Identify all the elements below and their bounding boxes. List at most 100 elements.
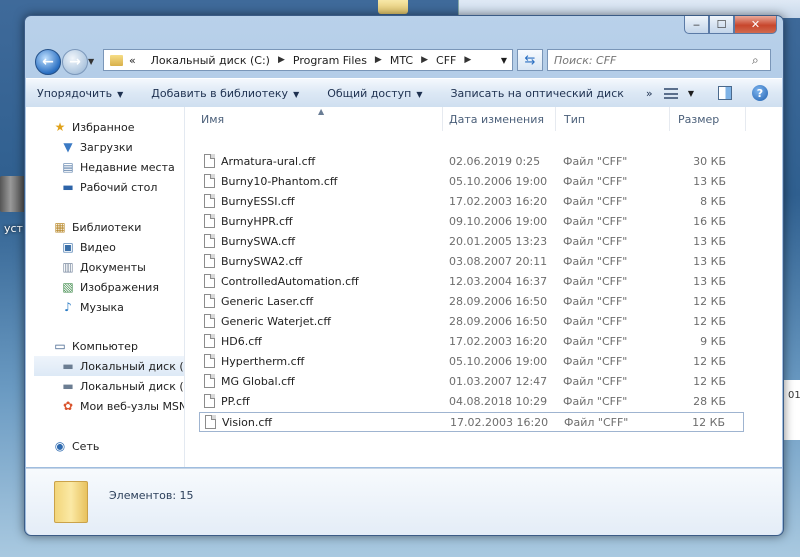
- computer-icon: ▭: [54, 339, 66, 353]
- search-icon[interactable]: ⌕: [752, 53, 770, 68]
- breadcrumb-item[interactable]: Локальный диск (C:): [151, 54, 270, 67]
- file-size: 16 КБ: [693, 215, 726, 228]
- table-row[interactable]: Burny10-Phantom.cff 05.10.2006 19:00 Файл …: [199, 172, 744, 192]
- file-icon: [204, 254, 215, 268]
- table-row[interactable]: BurnySWA.cff 20.01.2005 13:23 Файл "CFF" 13…: [199, 232, 744, 252]
- table-row[interactable]: Generic Laser.cff 28.09.2006 16:50 Файл "C…: [199, 292, 744, 312]
- network-icon: ◉: [54, 439, 66, 453]
- table-row[interactable]: Generic Waterjet.cff 28.09.2006 16:50 Файл…: [199, 312, 744, 332]
- file-date: 12.03.2004 16:37: [449, 275, 548, 288]
- add-to-library-menu[interactable]: Добавить в библиотеку ▼: [140, 87, 310, 100]
- sidebar-item-images[interactable]: ▧ Изображения: [60, 277, 184, 297]
- breadcrumb-item[interactable]: Program Files: [293, 54, 367, 67]
- column-header-type[interactable]: Тип: [556, 107, 670, 131]
- file-date: 05.10.2006 19:00: [449, 175, 548, 188]
- command-bar: Упорядочить ▼ Добавить в библиотеку ▼ Общи…: [26, 78, 782, 108]
- file-name: MG Global.cff: [221, 375, 295, 388]
- file-name: Burny10-Phantom.cff: [221, 175, 338, 188]
- sidebar-item-network[interactable]: ◉ Сеть: [52, 436, 184, 456]
- table-row[interactable]: Armatura-ural.cff 02.06.2019 0:25 Файл "CF…: [199, 152, 744, 172]
- column-header-name[interactable]: Имя: [185, 107, 443, 131]
- sidebar-item-label: Изображения: [80, 280, 159, 294]
- column-header-date[interactable]: Дата изменения: [443, 107, 556, 131]
- table-row[interactable]: Vision.cff 17.02.2003 16:20 Файл "CFF" 12 К…: [199, 412, 744, 432]
- file-size: 12 КБ: [693, 315, 726, 328]
- table-row[interactable]: MG Global.cff 01.03.2007 12:47 Файл "CFF" 1…: [199, 372, 744, 392]
- sidebar-item-computer[interactable]: ▭ Компьютер: [52, 336, 184, 356]
- file-date: 01.03.2007 12:47: [449, 375, 548, 388]
- search-box[interactable]: ⌕: [547, 49, 771, 71]
- back-button[interactable]: ←: [35, 49, 61, 75]
- breadcrumb-separator: [140, 55, 143, 65]
- help-icon[interactable]: ?: [752, 85, 768, 101]
- table-row[interactable]: ControlledAutomation.cff 12.03.2004 16:37…: [199, 272, 744, 292]
- file-size: 28 КБ: [693, 395, 726, 408]
- history-dropdown-icon[interactable]: ▼: [88, 57, 94, 66]
- chevron-down-icon: ▼: [117, 89, 124, 99]
- table-row[interactable]: BurnyESSI.cff 17.02.2003 16:20 Файл "CFF" 8…: [199, 192, 744, 212]
- refresh-button[interactable]: ⇆: [517, 49, 543, 71]
- sidebar-item-label: Компьютер: [72, 339, 138, 353]
- file-icon: [204, 334, 215, 348]
- file-name: BurnyESSI.cff: [221, 195, 295, 208]
- organize-menu[interactable]: Упорядочить ▼: [26, 87, 134, 100]
- minimize-button[interactable]: ‒: [684, 16, 709, 34]
- breadcrumb-overflow[interactable]: «: [129, 54, 136, 67]
- sidebar-item-favorites[interactable]: ★ Избранное: [52, 117, 184, 137]
- file-type: Файл "CFF": [563, 315, 628, 328]
- preview-pane-icon[interactable]: [718, 86, 732, 100]
- forward-button[interactable]: →: [62, 49, 88, 75]
- file-size: 12 КБ: [693, 295, 726, 308]
- sidebar-item-label: Недавние места: [80, 160, 175, 174]
- sidebar-item-video[interactable]: ▣ Видео: [60, 237, 184, 257]
- breadcrumb-item[interactable]: CFF: [436, 54, 456, 67]
- file-name: Generic Laser.cff: [221, 295, 314, 308]
- breadcrumb-separator[interactable]: ▶: [375, 55, 382, 65]
- file-icon: [204, 274, 215, 288]
- add-to-library-label: Добавить в библиотеку: [151, 86, 289, 100]
- view-dropdown-icon[interactable]: ▼: [688, 89, 694, 98]
- folder-icon: [110, 54, 123, 66]
- breadcrumb-item[interactable]: MTC: [390, 54, 413, 67]
- address-bar[interactable]: « Локальный диск (C:) ▶ Program Files ▶ …: [103, 49, 513, 71]
- file-icon: [204, 234, 215, 248]
- sidebar-item-msn[interactable]: ✿ Мои веб-узлы MSN: [60, 396, 184, 416]
- images-icon: ▧: [62, 280, 74, 294]
- table-row[interactable]: PP.cff 04.08.2018 10:29 Файл "CFF" 28 КБ: [199, 392, 744, 412]
- file-date: 03.08.2007 20:11: [449, 255, 548, 268]
- close-button[interactable]: ✕: [734, 16, 777, 34]
- file-icon: [204, 194, 215, 208]
- sidebar-item-documents[interactable]: ▥ Документы: [60, 257, 184, 277]
- change-view-icon[interactable]: [663, 87, 678, 99]
- sidebar-item-local-disk-d[interactable]: ▬ Локальный диск (D: [60, 376, 184, 396]
- file-icon: [204, 314, 215, 328]
- sidebar-item-downloads[interactable]: ▼ Загрузки: [60, 137, 184, 157]
- more-commands-button[interactable]: »: [635, 87, 664, 100]
- sidebar-item-recent[interactable]: ▤ Недавние места: [60, 157, 184, 177]
- desktop-shortcut-icon[interactable]: [0, 176, 26, 212]
- search-input[interactable]: [548, 52, 752, 68]
- table-row[interactable]: Hypertherm.cff 05.10.2006 19:00 Файл "CFF"…: [199, 352, 744, 372]
- sidebar-item-local-disk-c[interactable]: ▬ Локальный диск (C: [34, 356, 184, 376]
- sidebar-item-music[interactable]: ♪ Музыка: [60, 297, 184, 317]
- breadcrumb-separator[interactable]: ▶: [464, 55, 471, 65]
- sidebar-item-label: Библиотеки: [72, 220, 142, 234]
- file-icon: [204, 154, 215, 168]
- file-date: 17.02.2003 16:20: [449, 335, 548, 348]
- table-row[interactable]: HD6.cff 17.02.2003 16:20 Файл "CFF" 9 КБ: [199, 332, 744, 352]
- sidebar-item-libraries[interactable]: ▦ Библиотеки: [52, 217, 184, 237]
- breadcrumb-separator[interactable]: ▶: [278, 55, 285, 65]
- file-type: Файл "CFF": [563, 195, 628, 208]
- table-row[interactable]: BurnyHPR.cff 09.10.2006 19:00 Файл "CFF" 16…: [199, 212, 744, 232]
- column-header-size[interactable]: Размер: [670, 107, 746, 131]
- breadcrumb-separator[interactable]: ▶: [421, 55, 428, 65]
- maximize-button[interactable]: ☐: [709, 16, 734, 34]
- file-date: 17.02.2003 16:20: [449, 195, 548, 208]
- share-menu[interactable]: Общий доступ ▼: [316, 87, 433, 100]
- sidebar-item-desktop[interactable]: ▬ Рабочий стол: [60, 177, 184, 197]
- file-size: 13 КБ: [693, 235, 726, 248]
- folder-icon: [54, 481, 88, 523]
- table-row[interactable]: BurnySWA2.cff 03.08.2007 20:11 Файл "CFF" 1…: [199, 252, 744, 272]
- address-dropdown-icon[interactable]: ▼: [501, 56, 507, 65]
- burn-button[interactable]: Записать на оптический диск: [439, 87, 634, 100]
